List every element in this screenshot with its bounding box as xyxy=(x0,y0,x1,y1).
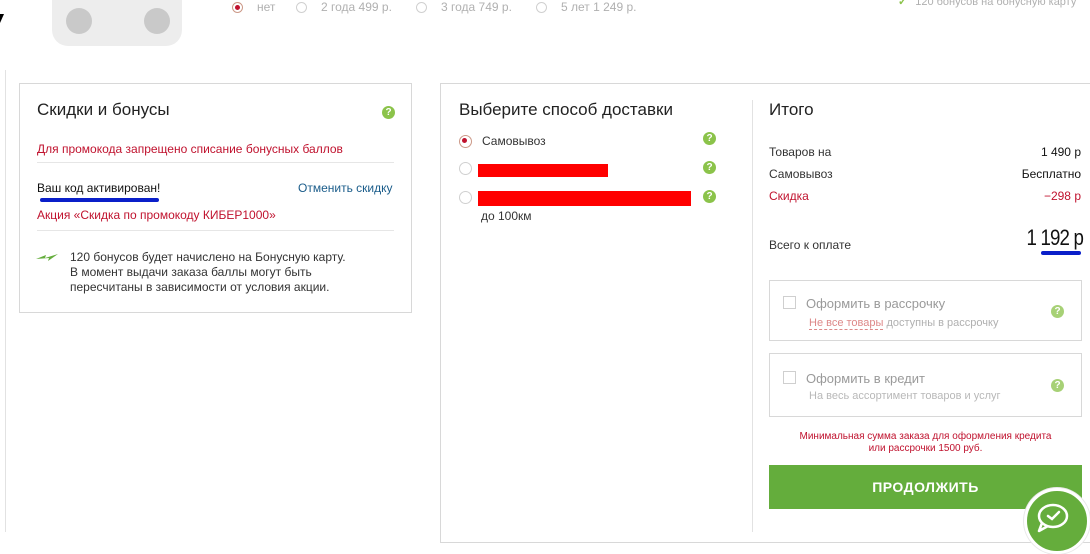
pickup-label: Самовывоз xyxy=(769,167,833,181)
warranty-option-none[interactable]: нет xyxy=(232,0,275,14)
column-divider xyxy=(752,100,753,532)
pickup-value: Бесплатно xyxy=(1021,167,1081,181)
warranty-option-label: 2 года 499 р. xyxy=(321,0,392,14)
radio-unselected[interactable] xyxy=(296,1,307,13)
goods-label: Товаров на xyxy=(769,145,832,159)
min-sum-line: Минимальная сумма заказа для оформления … xyxy=(799,431,1052,442)
redacted-block xyxy=(478,164,608,177)
bonus-info-line: 120 бонусов будет начислено на Бонусную … xyxy=(70,250,346,264)
product-image-detail xyxy=(144,8,170,34)
product-image-detail xyxy=(66,8,92,34)
radio-unselected[interactable] xyxy=(416,1,427,13)
redacted-block xyxy=(478,191,691,206)
page-divider xyxy=(5,70,6,532)
radio-selected[interactable] xyxy=(232,1,243,13)
mouse-cursor xyxy=(0,14,4,23)
chat-icon xyxy=(1037,503,1069,533)
bonus-note-top: ✓ 120 бонусов на бонусную карту xyxy=(898,0,1076,8)
delivery-option-2[interactable] xyxy=(459,162,472,180)
help-icon[interactable]: ? xyxy=(1051,379,1064,392)
promo-warning: Для промокода запрещено списание бонусны… xyxy=(37,142,343,156)
bonus-info-line: В момент выдачи заказа баллы могут быть xyxy=(70,265,312,279)
delivery-option-3[interactable] xyxy=(459,191,472,209)
discount-value: −298 р xyxy=(1043,189,1081,203)
credit-note: На весь ассортимент товаров и услуг xyxy=(809,390,1001,402)
delivery-option-sublabel: до 100км xyxy=(481,209,532,223)
radio-selected[interactable] xyxy=(459,134,472,148)
min-sum-note: Минимальная сумма заказа для оформления … xyxy=(769,431,1082,455)
installment-note: Не все товары доступны в рассрочку xyxy=(809,317,999,330)
warranty-option-label: 5 лет 1 249 р. xyxy=(561,0,637,14)
bonus-info-line: пересчитаны в зависимости от условия акц… xyxy=(70,280,330,294)
cancel-discount-link[interactable]: Отменить скидку xyxy=(298,181,393,195)
help-icon[interactable]: ? xyxy=(703,161,716,174)
help-icon[interactable]: ? xyxy=(1051,305,1064,318)
divider xyxy=(37,230,394,231)
goods-value: 1 490 р xyxy=(1040,145,1081,159)
highlight-underline xyxy=(40,198,159,202)
delivery-title: Выберите способ доставки xyxy=(459,100,673,119)
radio-unselected[interactable] xyxy=(459,162,472,175)
chat-button[interactable] xyxy=(1024,488,1090,554)
credit-checkbox[interactable] xyxy=(783,371,796,384)
warranty-option-5y[interactable]: 5 лет 1 249 р. xyxy=(536,0,637,14)
check-icon: ✓ xyxy=(898,0,908,8)
promo-action-text: Акция «Скидка по промокоду КИБЕР1000» xyxy=(37,208,276,222)
help-icon[interactable]: ? xyxy=(382,106,395,119)
code-activated-text: Ваш код активирован! xyxy=(37,181,161,195)
installment-checkbox[interactable] xyxy=(783,296,796,309)
radio-unselected[interactable] xyxy=(536,1,547,13)
min-sum-line: или рассрочки 1500 руб. xyxy=(868,443,983,454)
lightning-icon xyxy=(36,254,58,261)
bonus-info: 120 бонусов будет начислено на Бонусную … xyxy=(70,250,346,295)
installment-note-rest: доступны в рассрочку xyxy=(883,317,999,329)
summary-title: Итого xyxy=(769,100,814,119)
product-image xyxy=(52,0,182,46)
warranty-option-2y[interactable]: 2 года 499 р. xyxy=(296,0,392,14)
delivery-option-label: Самовывоз xyxy=(482,134,546,148)
discounts-title: Скидки и бонусы xyxy=(37,100,170,119)
highlight-underline xyxy=(1041,251,1081,255)
warranty-option-3y[interactable]: 3 года 749 р. xyxy=(416,0,512,14)
total-value: 1 192 р xyxy=(1026,225,1084,250)
radio-unselected[interactable] xyxy=(459,191,472,204)
installment-note-link[interactable]: Не все товары xyxy=(809,317,884,330)
warranty-option-label: 3 года 749 р. xyxy=(441,0,512,14)
total-label: Всего к оплате xyxy=(769,238,852,252)
help-icon[interactable]: ? xyxy=(703,190,716,203)
delivery-option-pickup[interactable]: Самовывоз xyxy=(459,134,546,148)
discount-label: Скидка xyxy=(769,189,809,203)
divider xyxy=(37,162,394,163)
credit-label: Оформить в кредит xyxy=(806,371,925,386)
help-icon[interactable]: ? xyxy=(703,132,716,145)
warranty-option-label: нет xyxy=(257,0,276,14)
installment-label: Оформить в рассрочку xyxy=(806,296,946,311)
bonus-note-text: 120 бонусов на бонусную карту xyxy=(915,0,1077,8)
